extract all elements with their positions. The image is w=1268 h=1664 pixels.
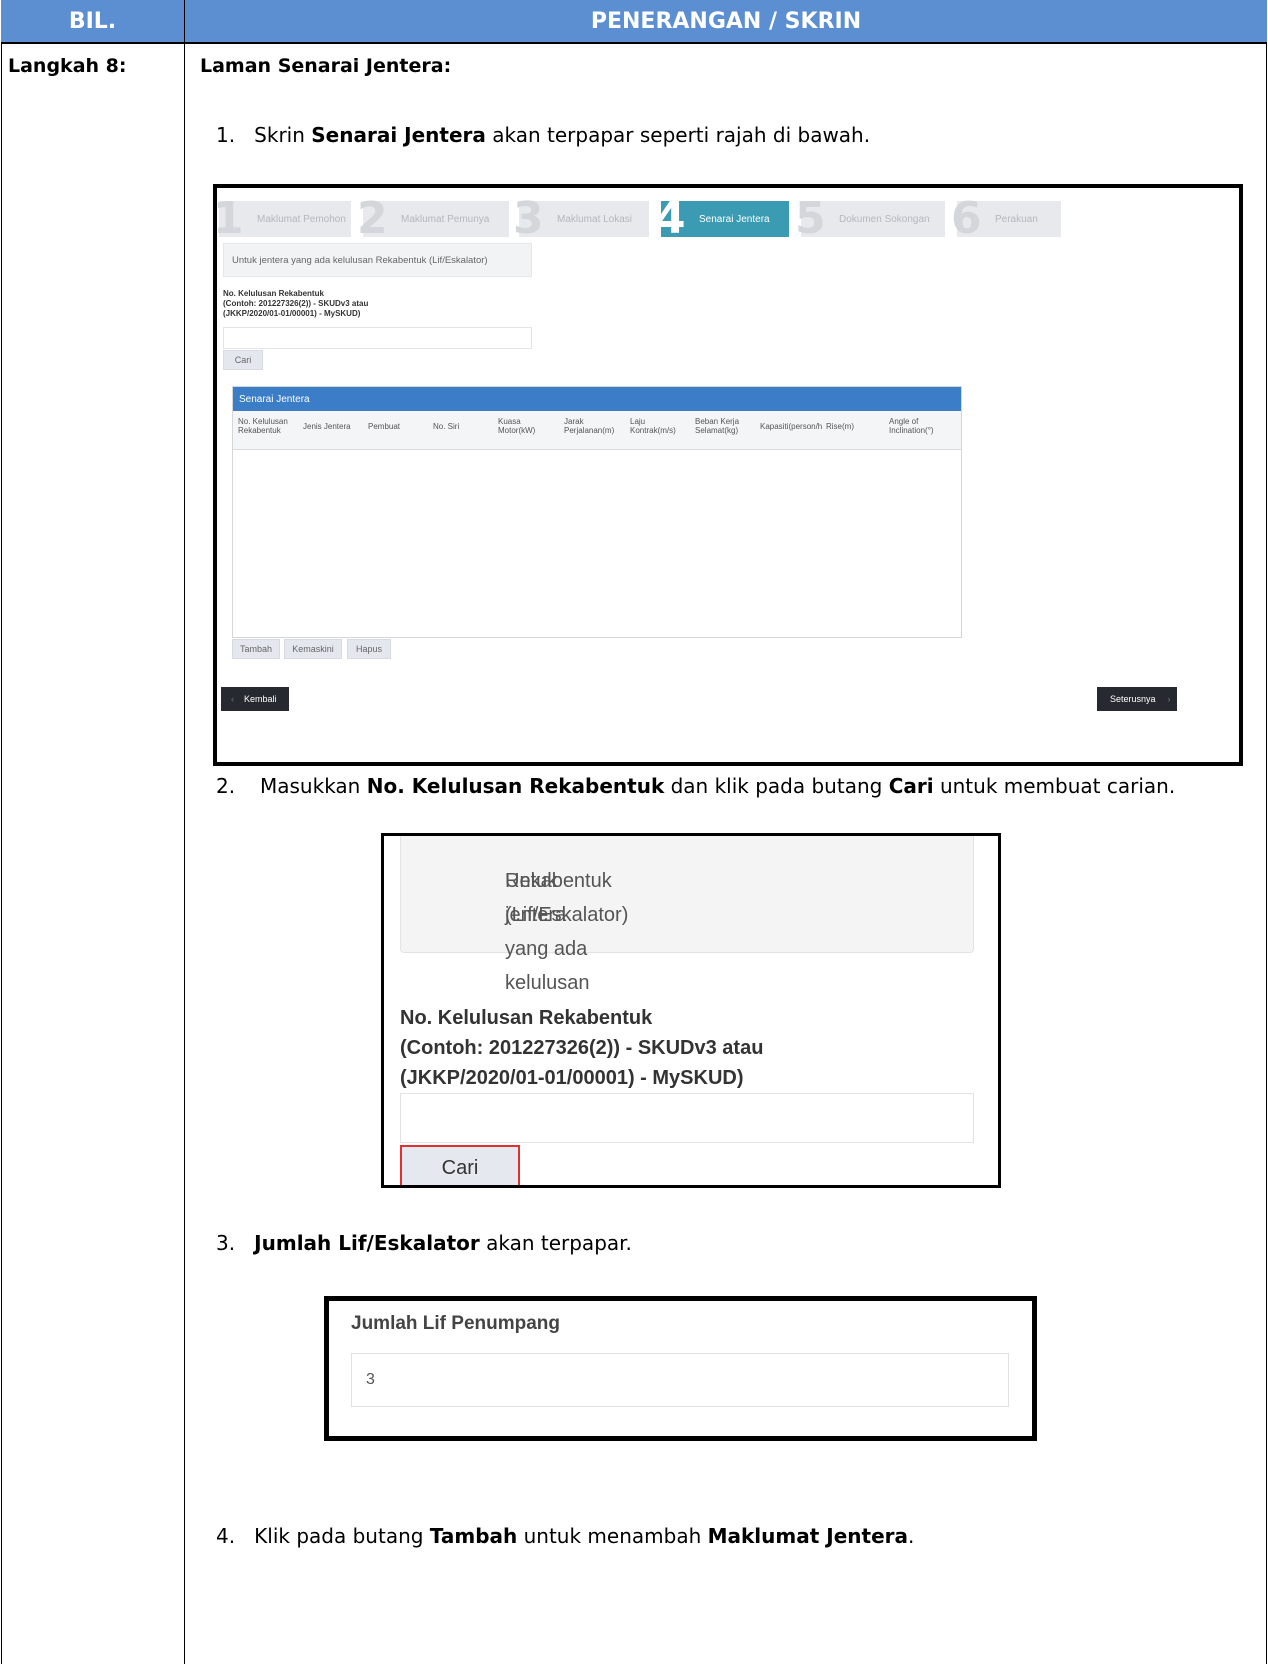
chevron-left-icon: ‹ <box>231 694 234 704</box>
instruction-4-bold-2: Maklumat Jentera <box>707 1524 908 1548</box>
kembali-button[interactable]: ‹ Kembali <box>221 687 289 711</box>
col-jarak-perjalanan[interactable]: Jarak Perjalanan(m) <box>564 417 624 435</box>
col-no-kelulusan[interactable]: No. Kelulusan Rekabentuk <box>238 417 290 435</box>
rekabentuk-label: No. Kelulusan Rekabentuk (Contoh: 201227… <box>223 289 368 319</box>
label-zoom-line-1: No. Kelulusan Rekabentuk <box>400 1007 653 1029</box>
col-pembuat[interactable]: Pembuat <box>368 422 400 431</box>
jumlah-lif-label: Jumlah Lif Penumpang <box>351 1313 561 1334</box>
hapus-button[interactable]: Hapus <box>347 639 391 659</box>
wizard-step-2[interactable]: 2 Maklumat Pemunya <box>357 197 509 241</box>
rekabentuk-input-zoom[interactable] <box>400 1093 974 1143</box>
section-title: Laman Senarai Jentera: <box>200 55 452 77</box>
rekabentuk-label-line-1: No. Kelulusan Rekabentuk <box>223 289 324 298</box>
instruction-3-bold: Jumlah Lif/Eskalator <box>254 1231 480 1255</box>
wizard-step-6-label: Perakuan <box>995 213 1038 225</box>
seterusnya-label: Seterusnya <box>1110 694 1156 704</box>
wizard-step-1-label: Maklumat Pemohon <box>257 213 346 225</box>
chevron-right-icon: › <box>1167 694 1171 704</box>
senarai-jentera-screenshot: 1 Maklumat Pemohon 2 Maklumat Pemunya 3 Mak… <box>213 184 1243 766</box>
instruction-2-post: untuk membuat carian. <box>933 774 1176 798</box>
note-zoom-line-2: Rekabentuk (Lif/Eskalator) <box>505 870 629 926</box>
wizard-step-1-num: 1 <box>213 193 244 244</box>
col-kapasiti[interactable]: Kapasiti(person/h <box>760 422 830 431</box>
instruction-1-num: 1. <box>216 123 236 147</box>
instruction-3: 3. Jumlah Lif/Eskalator akan terpapar. <box>216 1226 632 1260</box>
tambah-button[interactable]: Tambah <box>232 639 280 659</box>
wizard-step-1[interactable]: 1 Maklumat Pemohon <box>217 197 351 241</box>
wizard-step-5[interactable]: 5 Dokumen Sokongan <box>795 197 945 241</box>
instruction-3-num: 3. <box>216 1231 236 1255</box>
cari-zoom-screenshot: Untuk jentera yang ada kelulusan Rekabent… <box>381 833 1001 1188</box>
seterusnya-button[interactable]: Seterusnya › <box>1097 687 1177 711</box>
wizard-step-6-num: 6 <box>951 193 982 244</box>
grid-title: Senarai Jentera <box>233 387 961 411</box>
wizard-step-4[interactable]: 4 Senarai Jentera <box>655 197 789 241</box>
instruction-4-post: . <box>908 1524 915 1548</box>
col-no-siri[interactable]: No. Siri <box>433 422 459 431</box>
cari-button[interactable]: Cari <box>223 350 263 370</box>
instruction-4-bold-1: Tambah <box>429 1524 518 1548</box>
instruction-2-bold-2: Cari <box>888 774 934 798</box>
col-angle[interactable]: Angle of Inclination(°) <box>889 417 949 435</box>
header-penerangan: PENERANGAN / SKRIN <box>185 0 1267 43</box>
instruction-2-text: Masukkan No. Kelulusan Rekabentuk dan kl… <box>260 769 1175 803</box>
instruction-1-post: akan terpapar seperti rajah di bawah. <box>485 123 871 147</box>
instruction-4-num: 4. <box>216 1524 236 1548</box>
rekabentuk-label-line-3: (JKKP/2020/01-01/00001) - MySKUD) <box>223 309 361 318</box>
wizard-step-5-label: Dokumen Sokongan <box>839 213 930 225</box>
col-jenis-jentera[interactable]: Jenis Jentera <box>303 422 351 431</box>
wizard-step-2-label: Maklumat Pemunya <box>401 213 490 225</box>
cari-button-highlighted[interactable]: Cari <box>400 1145 520 1185</box>
col-laju-kontrak[interactable]: Laju Kontrak(m/s) <box>630 417 685 435</box>
jumlah-lif-screenshot: Jumlah Lif Penumpang 3 <box>324 1296 1037 1441</box>
label-zoom-line-3: (JKKP/2020/01-01/00001) - MySKUD) <box>400 1067 744 1089</box>
header-penerangan-text: PENERANGAN / SKRIN <box>590 8 862 34</box>
instruction-1-bold: Senarai Jentera <box>311 123 486 147</box>
step-label: Langkah 8: <box>8 55 127 77</box>
wizard-step-3-label: Maklumat Lokasi <box>557 213 633 225</box>
kemaskini-button[interactable]: Kemaskini <box>284 639 342 659</box>
col-rise[interactable]: Rise(m) <box>826 422 854 431</box>
senarai-jentera-grid: Senarai Jentera No. Kelulusan Rekabentuk… <box>232 386 962 638</box>
rekabentuk-label-line-2: (Contoh: 201227326(2)) - SKUDv3 atau <box>223 299 369 308</box>
instruction-2-num: 2. <box>216 774 236 798</box>
wizard-step-4-label: Senarai Jentera <box>699 213 770 225</box>
wizard-step-3[interactable]: 3 Maklumat Lokasi <box>513 197 649 241</box>
instruction-4-pre: Klik pada butang <box>254 1524 430 1548</box>
col-beban-kerja[interactable]: Beban Kerja Selamat(kg) <box>695 417 750 435</box>
col-kuasa-motor[interactable]: Kuasa Motor(kW) <box>498 417 538 435</box>
rekabentuk-note-zoom: Untuk jentera yang ada kelulusan Rekabent… <box>400 836 974 994</box>
instruction-4: 4. Klik pada butang Tambah untuk menamba… <box>216 1519 914 1553</box>
instruction-2-bold-1: No. Kelulusan Rekabentuk <box>366 774 665 798</box>
instruction-3-post: akan terpapar. <box>479 1231 632 1255</box>
label-zoom-line-2: (Contoh: 201227326(2)) - SKUDv3 atau <box>400 1037 764 1059</box>
column-divider <box>184 0 185 1664</box>
wizard-step-2-num: 2 <box>357 193 388 244</box>
jumlah-lif-input[interactable]: 3 <box>351 1353 1009 1407</box>
instruction-4-mid: untuk menambah <box>517 1524 708 1548</box>
wizard-step-4-num: 4 <box>655 193 686 244</box>
instruction-2-pre: Masukkan <box>260 774 367 798</box>
rekabentuk-input[interactable] <box>223 327 532 349</box>
kembali-label: Kembali <box>244 694 277 704</box>
grid-header-row: No. Kelulusan Rekabentuk Jenis Jentera P… <box>233 411 961 450</box>
rekabentuk-note: Untuk jentera yang ada kelulusan Rekaben… <box>223 243 532 277</box>
instruction-1-pre: Skrin <box>254 123 312 147</box>
instruction-2: 2. Masukkan No. Kelulusan Rekabentuk dan… <box>216 769 1246 803</box>
header-bil-text: BIL. <box>68 8 117 34</box>
wizard-step-6[interactable]: 6 Perakuan <box>951 197 1061 241</box>
header-divider <box>1 43 1267 44</box>
wizard-step-3-num: 3 <box>513 193 544 244</box>
instruction-2-mid: dan klik pada butang <box>664 774 889 798</box>
rekabentuk-label-zoom: No. Kelulusan Rekabentuk (Contoh: 201227… <box>400 1003 763 1093</box>
instruction-1: 1. Skrin Senarai Jentera akan terpapar s… <box>216 118 870 152</box>
wizard-step-5-num: 5 <box>795 193 826 244</box>
header-bil: BIL. <box>1 0 184 43</box>
